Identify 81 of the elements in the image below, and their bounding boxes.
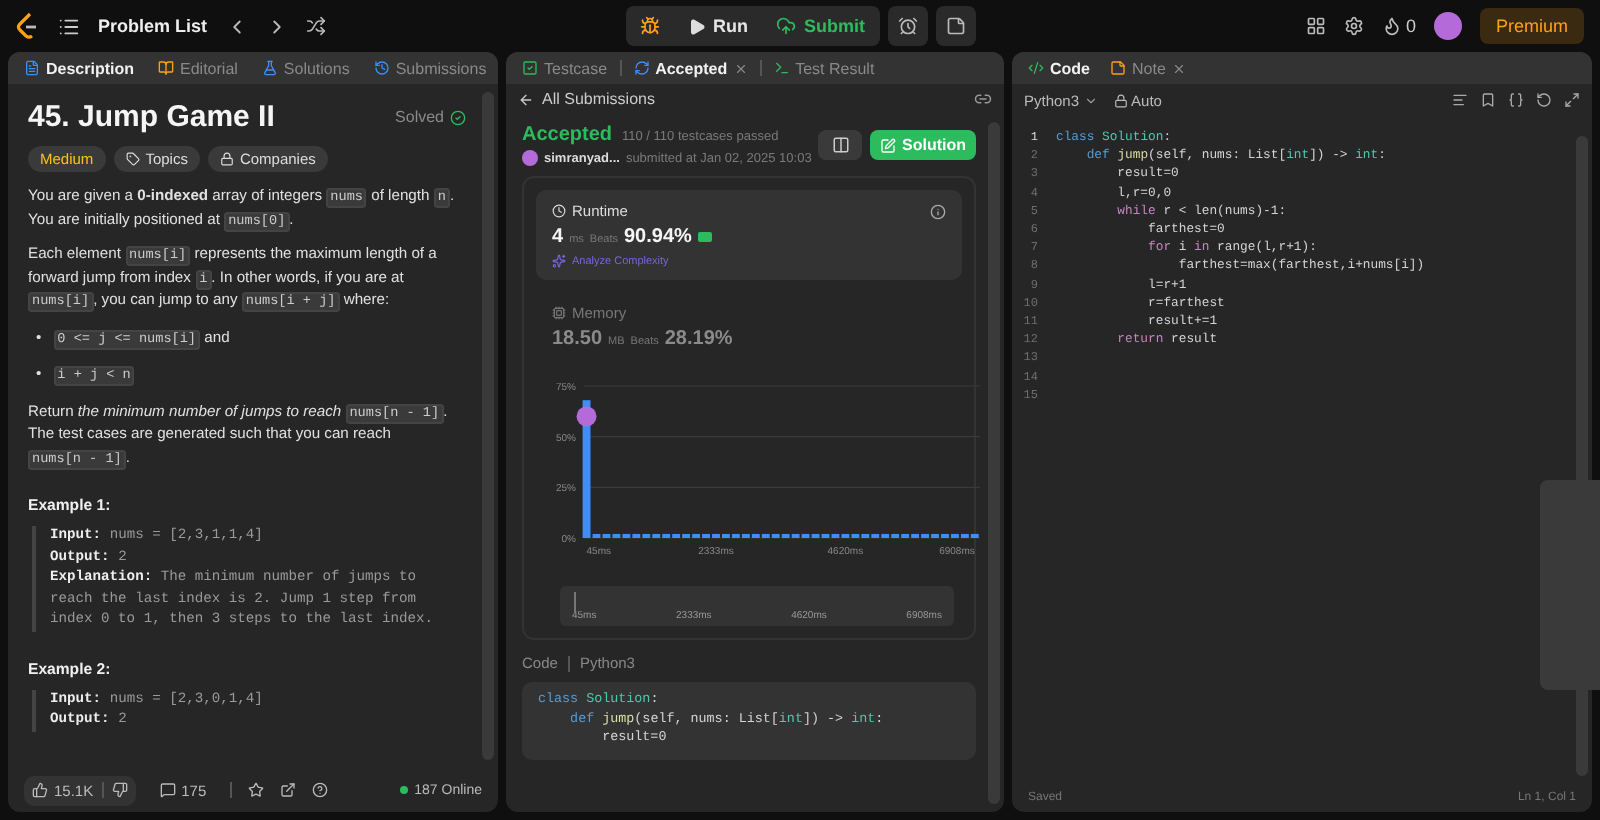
memory-beats: 28.19% [664,328,733,350]
expand-button[interactable] [1564,92,1580,108]
submission-status: Accepted [522,124,613,146]
share-icon[interactable] [280,782,297,798]
tab-icon [633,60,650,76]
format-button[interactable] [1452,92,1468,108]
tab-icon [1028,60,1044,76]
reset-button[interactable] [1536,92,1552,108]
tab-icon [158,60,175,76]
expand-icon [1564,92,1580,108]
run-button[interactable]: Run [673,6,762,46]
align-left-icon [1452,92,1468,108]
bug-icon [639,16,659,36]
tab[interactable]: Solutions [253,54,358,82]
premium-button[interactable]: Premium [1479,8,1584,44]
tab[interactable]: Code [1020,54,1098,82]
list-icon [58,15,80,37]
help-icon[interactable] [312,782,329,798]
logo-icon[interactable] [16,12,40,40]
chevron-down-icon [1083,93,1098,107]
tab-icon [24,60,40,76]
chip-icon [552,306,566,320]
streak-counter[interactable]: 0 [1381,16,1416,36]
tab-icon [773,60,790,76]
all-submissions-link[interactable]: All Submissions [518,90,655,108]
memory-value: 18.50 [552,328,603,350]
note-icon [945,16,965,36]
tag-icon [125,152,140,166]
thumbs-down-icon [111,782,128,798]
bookmark-button[interactable] [1480,92,1496,108]
submit-button[interactable]: Submit [762,6,879,46]
info-icon [930,203,946,219]
user-avatar-marker [576,406,597,427]
columns-icon [831,136,849,154]
flame-icon [1381,16,1402,36]
back-arrow-icon [518,91,534,107]
tab[interactable]: Testcase [514,54,616,82]
play-icon [687,17,705,35]
braces-icon [1508,92,1524,108]
runtime-beats: 90.94% [623,226,692,248]
link-icon[interactable] [974,90,992,108]
close-icon [1171,61,1186,75]
problem-list-link[interactable]: Problem List [98,16,208,36]
check-circle-icon [450,109,466,125]
pen-icon [880,137,896,153]
badge-icon [697,232,712,242]
timer-button[interactable] [887,6,927,46]
tab[interactable]: Editorial [150,54,246,82]
lock-icon [1113,93,1128,107]
runtime-value: 4 [552,226,564,248]
tab[interactable]: Note [1102,54,1194,82]
close-icon [733,61,748,75]
tab-icon [1110,60,1126,76]
bookmark-icon [1480,92,1496,108]
tab-icon [522,60,538,76]
user-avatar [522,150,538,166]
tab[interactable]: Accepted [625,54,756,82]
star-icon[interactable] [248,782,265,798]
user-avatar[interactable] [1433,12,1462,40]
alarm-clock-icon [897,16,917,36]
undo-icon [1536,92,1552,108]
tab-icon [373,60,390,76]
notes-button[interactable] [935,6,975,46]
shuffle-icon[interactable] [305,16,326,36]
layout-icon[interactable] [1305,16,1326,36]
tab[interactable]: Description [16,54,143,82]
tab[interactable]: Submissions [365,54,495,82]
clock-icon [552,204,566,218]
cloud-upload-icon [776,16,796,36]
braces-button[interactable] [1508,92,1524,108]
scrollbar[interactable] [988,122,1000,804]
split-view-button[interactable] [818,130,862,160]
comment-icon [159,782,176,798]
tab[interactable]: Test Result [765,54,883,82]
sparkle-icon [552,254,566,268]
tag-icon [219,152,234,166]
solved-status: Solved [395,108,444,126]
settings-icon[interactable] [1343,16,1364,36]
thumbs-up-icon [32,782,48,798]
tab-icon [261,60,278,76]
problem-title: 45. Jump Game II [28,100,275,134]
